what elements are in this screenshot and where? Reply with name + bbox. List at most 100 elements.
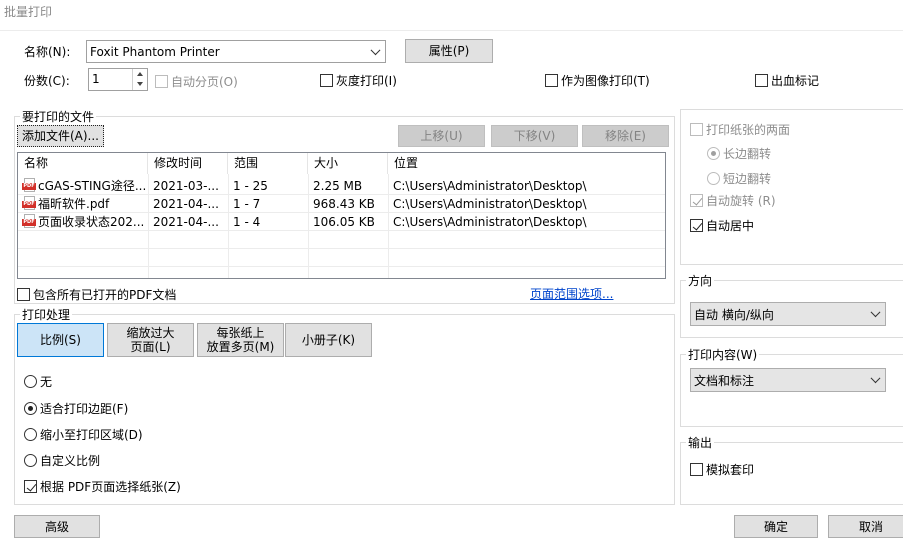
printer-name-select[interactable]: Foxit Phantom Printer [86,40,386,63]
properties-button[interactable]: 属性(P) [405,39,493,63]
tab-fit-line2: 页面(L) [130,340,171,354]
shrink-radio[interactable]: 缩小至打印区域(D) [24,426,143,443]
radio-circle [24,454,37,467]
move-down-button[interactable]: 下移(V) [491,125,578,147]
auto-center-checkbox[interactable]: 自动居中 [690,217,754,234]
file-modified: 2021-03-... [153,179,219,193]
printer-name-label: 名称(N): [24,45,71,59]
file-name-cell: PDF 页面收录状态202... [18,213,148,231]
file-range: 1 - 7 [233,197,261,211]
bleed-marks-label: 出血标记 [771,74,820,88]
print-content-title: 打印内容(W) [686,346,760,363]
custom-scale-radio[interactable]: 自定义比例 [24,452,100,469]
auto-rotate-checkbox[interactable]: 自动旋转 (R) [690,192,776,209]
move-up-button[interactable]: 上移(U) [398,125,485,147]
column-header-name[interactable]: 名称 [18,153,148,174]
auto-center-label: 自动居中 [706,219,755,233]
chevron-down-icon [870,373,881,384]
duplex-label: 打印纸张的两面 [706,123,791,137]
copies-label: 份数(C): [24,74,70,88]
file-range: 1 - 4 [233,215,261,229]
fit-margins-label: 适合打印边距(F) [40,402,129,416]
column-header-modified[interactable]: 修改时间 [148,153,228,174]
include-open-docs-label: 包含所有已打开的PDF文档 [33,288,177,302]
add-file-button[interactable]: 添加文件(A)... [17,125,104,147]
file-modified: 2021-04-... [153,197,219,211]
short-edge-radio[interactable]: 短边翻转 [707,170,771,187]
tab-multi-line2: 放置多页(M) [206,340,275,354]
fit-margins-radio[interactable]: 适合打印边距(F) [24,400,128,417]
checkbox-box [690,123,703,136]
file-name: cGAS-STING途径... [38,179,147,193]
scale-none-radio[interactable]: 无 [24,373,52,390]
file-list[interactable]: 名称 修改时间 范围 大小 位置 PDF cGAS-STING途径... 2021… [17,152,666,279]
radio-circle [707,147,720,160]
window-title: 批量打印 [4,5,53,19]
output-title: 输出 [686,434,715,451]
tab-fit-large-pages[interactable]: 缩放过大 页面(L) [107,323,194,357]
file-range: 1 - 25 [233,179,268,193]
simulate-overprint-label: 模拟套印 [706,463,755,477]
scale-none-label: 无 [40,375,53,389]
radio-circle [24,402,37,415]
chevron-down-icon [370,44,381,55]
file-location: C:\Users\Administrator\Desktop\ [393,197,587,211]
file-size: 106.05 KB [313,215,375,229]
choose-paper-by-pdf-checkbox[interactable]: 根据 PDF页面选择纸张(Z) [24,478,181,495]
orientation-title: 方向 [686,272,715,289]
radio-circle [24,375,37,388]
print-handling-title: 打印处理 [20,306,73,323]
print-as-image-checkbox[interactable]: 作为图像打印(T) [545,72,650,89]
column-header-location[interactable]: 位置 [388,153,665,174]
file-name: 福昕软件.pdf [38,197,110,211]
simulate-overprint-checkbox[interactable]: 模拟套印 [690,461,754,478]
checkbox-box [755,74,768,87]
file-modified: 2021-04-... [153,215,219,229]
remove-button[interactable]: 移除(E) [582,125,669,147]
orientation-value: 自动 横向/纵向 [694,307,774,322]
tab-scale[interactable]: 比例(S) [17,323,104,357]
collate-checkbox[interactable]: 自动分页(O) [155,73,238,90]
ok-button[interactable]: 确定 [734,515,818,538]
choose-paper-label: 根据 PDF页面选择纸张(Z) [40,480,181,494]
radio-circle [707,172,720,185]
print-as-image-label: 作为图像打印(T) [561,74,650,88]
file-name: 页面收录状态202... [38,215,145,229]
grayscale-checkbox[interactable]: 灰度打印(I) [320,72,397,89]
orientation-select[interactable]: 自动 横向/纵向 [690,302,886,326]
checkbox-box [545,74,558,87]
pdf-file-icon: PDF [22,196,36,210]
bleed-marks-checkbox[interactable]: 出血标记 [755,72,819,89]
checkbox-box [690,463,703,476]
shrink-label: 缩小至打印区域(D) [40,428,143,442]
auto-rotate-label: 自动旋转 (R) [706,194,776,208]
collate-label: 自动分页(O) [171,75,238,89]
row-divider [18,248,665,249]
chevron-down-icon [870,307,881,318]
include-open-docs-checkbox[interactable]: 包含所有已打开的PDF文档 [17,286,176,303]
column-header-range[interactable]: 范围 [228,153,308,174]
tab-booklet[interactable]: 小册子(K) [285,323,372,357]
tab-multiple-pages[interactable]: 每张纸上 放置多页(M) [197,323,284,357]
copies-stepper[interactable]: 1 [88,68,148,91]
print-content-select[interactable]: 文档和标注 [690,368,886,392]
duplex-checkbox[interactable]: 打印纸张的两面 [690,121,790,138]
copies-value: 1 [92,72,100,86]
checkbox-box [24,480,37,493]
page-range-options-link[interactable]: 页面范围选项... [530,285,613,302]
checkbox-box [17,288,30,301]
tab-fit-line1: 缩放过大 [126,326,175,340]
checkbox-box [690,194,703,207]
tab-multi-line1: 每张纸上 [216,326,265,340]
checkbox-box [690,219,703,232]
cancel-button[interactable]: 取消 [828,515,903,538]
long-edge-radio[interactable]: 长边翻转 [707,145,771,162]
file-location: C:\Users\Administrator\Desktop\ [393,215,587,229]
pdf-file-icon: PDF [22,178,36,192]
advanced-button[interactable]: 高级 [14,515,100,538]
column-header-size[interactable]: 大小 [308,153,388,174]
stepper-buttons[interactable] [132,69,147,90]
files-group-title: 要打印的文件 [20,108,97,125]
stepper-down-icon[interactable] [137,82,143,86]
stepper-up-icon[interactable] [137,72,143,76]
